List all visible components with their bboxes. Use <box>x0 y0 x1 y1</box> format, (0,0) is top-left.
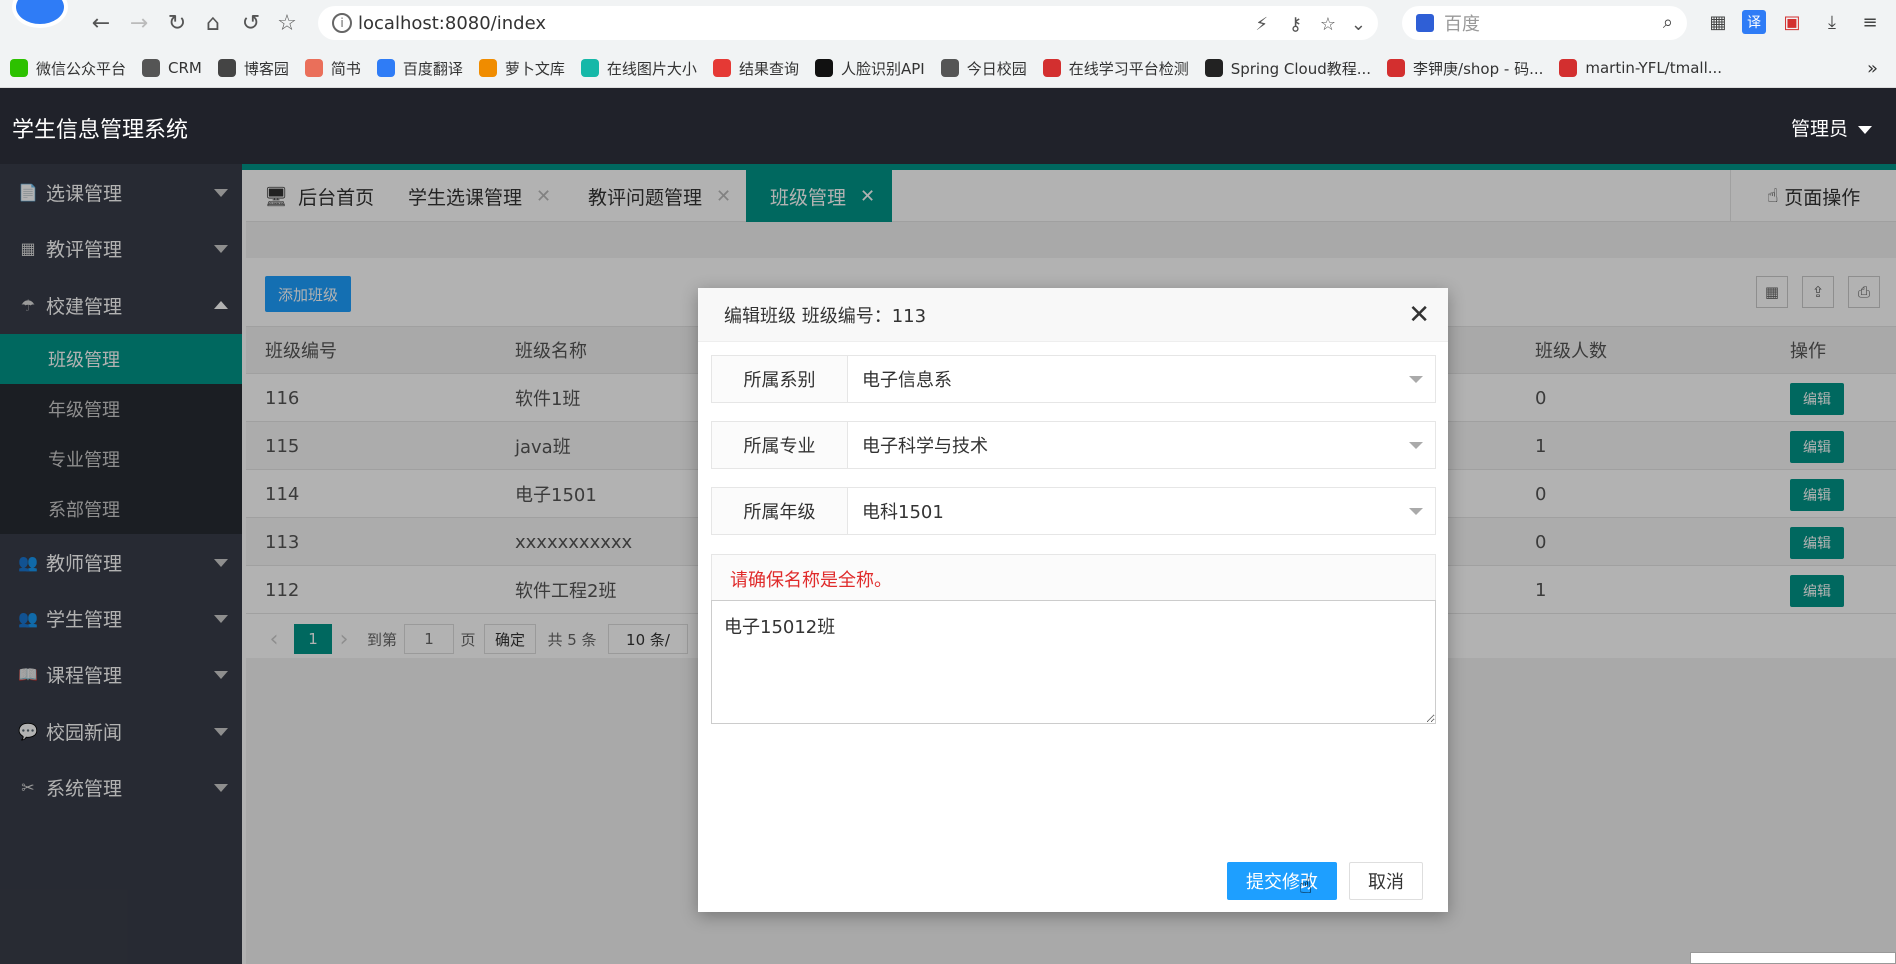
caret-down-icon <box>1409 442 1423 449</box>
bookmark-favicon-icon <box>304 59 323 77</box>
bookmark-label: 萝卜文库 <box>504 59 565 78</box>
bookmarks-bar: 微信公众平台 CRM 博客园 简书 百度翻译 萝卜文库 在线图片大小 结果查询 人脸识别API 今… <box>0 52 1896 84</box>
dialog-header: 编辑班级 班级编号：113 ✕ <box>698 288 1448 342</box>
bookmark-favicon-icon <box>580 59 599 77</box>
bookmark-item[interactable]: 微信公众平台 <box>10 58 126 79</box>
submit-button[interactable]: 提交修改 <box>1227 862 1337 900</box>
bookmark-label: 人脸识别API <box>840 59 925 78</box>
reload-icon[interactable]: ↻ <box>162 8 192 38</box>
star-bookmark-icon[interactable]: ☆ <box>272 8 302 38</box>
bookmark-favicon-icon <box>1042 59 1061 77</box>
bookmark-favicon-icon <box>142 59 161 77</box>
bookmark-item[interactable]: Spring Cloud教程... <box>1204 58 1372 79</box>
bookmark-item[interactable]: 萝卜文库 <box>478 58 565 79</box>
grade-value: 电科1501 <box>862 502 944 523</box>
url-text: localhost:8080/index <box>358 12 546 34</box>
cancel-button[interactable]: 取消 <box>1349 862 1423 900</box>
favorite-star-icon[interactable]: ☆ <box>1320 14 1336 35</box>
bookmark-favicon-icon <box>376 59 395 77</box>
menu-icon[interactable]: ≡ <box>1858 10 1882 34</box>
bookmark-label: 百度翻译 <box>402 59 463 78</box>
bookmark-item[interactable]: 今日校园 <box>940 58 1027 79</box>
bookmark-item[interactable]: 博客园 <box>217 58 289 79</box>
app-header: 学生信息管理系统 管理员 <box>0 88 1896 164</box>
bookmark-favicon-icon <box>940 59 959 77</box>
address-bar[interactable]: i localhost:8080/index ⚡ ⚷ ☆ ⌄ <box>318 6 1378 40</box>
home-icon[interactable]: ⌂ <box>198 8 228 38</box>
bookmark-item[interactable]: 人脸识别API <box>814 58 925 79</box>
grade-label: 所属年级 <box>712 488 848 534</box>
browser-toolbar: ← → ↻ ⌂ ↺ ☆ i localhost:8080/index ⚡ ⚷ ☆… <box>0 0 1896 88</box>
dialog-title: 编辑班级 班级编号：113 <box>724 305 927 327</box>
key-icon[interactable]: ⚷ <box>1289 14 1302 35</box>
qr-code-icon[interactable]: ▦ <box>1706 10 1730 34</box>
bookmark-label: 在线图片大小 <box>606 59 697 78</box>
bookmark-favicon-icon <box>1387 59 1406 77</box>
ime-toolbar <box>1690 952 1896 964</box>
bookmark-label: martin-YFL/tmall... <box>1585 59 1723 77</box>
bookmark-label: 博客园 <box>243 59 289 78</box>
baidu-logo-icon <box>1416 14 1434 32</box>
bookmark-item[interactable]: 简书 <box>304 58 361 79</box>
chevron-down-icon[interactable]: ⌄ <box>1351 14 1366 35</box>
bookmark-label: CRM <box>168 59 202 77</box>
browser-nav-row: ← → ↻ ⌂ ↺ ☆ i localhost:8080/index ⚡ ⚷ ☆… <box>0 0 1896 46</box>
major-label: 所属专业 <box>712 422 848 468</box>
bookmark-item[interactable]: 百度翻译 <box>376 58 463 79</box>
bookmark-item[interactable]: 在线图片大小 <box>580 58 697 79</box>
bookmark-item[interactable]: martin-YFL/tmall... <box>1559 59 1722 77</box>
hand-cursor-icon: ☝ <box>1299 874 1313 899</box>
major-select[interactable]: 电子科学与技术 <box>848 422 1435 468</box>
pdf-icon[interactable]: ▣ <box>1780 10 1804 34</box>
forward-icon[interactable]: → <box>124 8 154 38</box>
lightning-icon[interactable]: ⚡ <box>1255 14 1268 35</box>
browser-logo-icon <box>12 0 68 28</box>
department-label: 所属系别 <box>712 356 848 402</box>
bookmark-label: 在线学习平台检测 <box>1068 59 1189 78</box>
search-icon[interactable]: ⌕ <box>1663 12 1673 33</box>
bookmark-favicon-icon <box>1204 59 1223 77</box>
user-menu[interactable]: 管理员 <box>1791 114 1872 141</box>
bookmark-label: 今日校园 <box>966 59 1027 78</box>
grade-field: 所属年级 电科1501 <box>711 487 1436 535</box>
bookmark-item[interactable]: 李钾庚/shop - 码... <box>1387 58 1543 79</box>
bookmark-favicon-icon <box>478 59 497 77</box>
bookmark-item[interactable]: CRM <box>142 59 202 77</box>
department-select[interactable]: 电子信息系 <box>848 356 1435 402</box>
bookmark-label: 微信公众平台 <box>36 59 127 78</box>
more-bookmarks-icon[interactable]: » <box>1867 58 1878 79</box>
department-value: 电子信息系 <box>862 370 952 391</box>
name-warning: 请确保名称是全称。 <box>711 554 1436 602</box>
bookmark-label: 李钾庚/shop - 码... <box>1413 59 1544 78</box>
bookmark-favicon-icon <box>1559 59 1578 77</box>
department-field: 所属系别 电子信息系 <box>711 355 1436 403</box>
bookmark-label: 简书 <box>330 59 361 78</box>
caret-down-icon <box>1858 125 1872 134</box>
bookmark-favicon-icon <box>217 59 236 77</box>
edit-class-dialog: 编辑班级 班级编号：113 ✕ 所属系别 电子信息系 所属专业 电子科学与技术 … <box>698 288 1448 912</box>
bookmark-item[interactable]: 结果查询 <box>712 58 799 79</box>
translate-icon[interactable]: 译 <box>1742 10 1766 34</box>
major-field: 所属专业 电子科学与技术 <box>711 421 1436 469</box>
caret-down-icon <box>1409 376 1423 383</box>
search-placeholder: 百度 <box>1444 14 1480 35</box>
close-icon[interactable]: ✕ <box>1408 300 1430 330</box>
download-icon[interactable]: ⤓ <box>1820 10 1844 34</box>
class-name-textarea[interactable] <box>711 600 1436 724</box>
bookmark-label: 结果查询 <box>738 59 799 78</box>
bookmark-favicon-icon <box>712 59 731 77</box>
caret-down-icon <box>1409 508 1423 515</box>
undo-icon[interactable]: ↺ <box>236 8 266 38</box>
grade-select[interactable]: 电科1501 <box>848 488 1435 534</box>
bookmark-item[interactable]: 在线学习平台检测 <box>1042 58 1189 79</box>
bookmark-favicon-icon <box>10 59 28 77</box>
bookmark-favicon-icon <box>814 59 833 77</box>
back-icon[interactable]: ← <box>86 8 116 38</box>
browser-search-box[interactable]: 百度 ⌕ <box>1402 6 1687 40</box>
app-title: 学生信息管理系统 <box>12 118 189 143</box>
bookmark-label: Spring Cloud教程... <box>1230 59 1372 78</box>
site-info-icon[interactable]: i <box>332 13 352 33</box>
user-menu-label: 管理员 <box>1790 118 1848 140</box>
major-value: 电子科学与技术 <box>862 436 988 457</box>
